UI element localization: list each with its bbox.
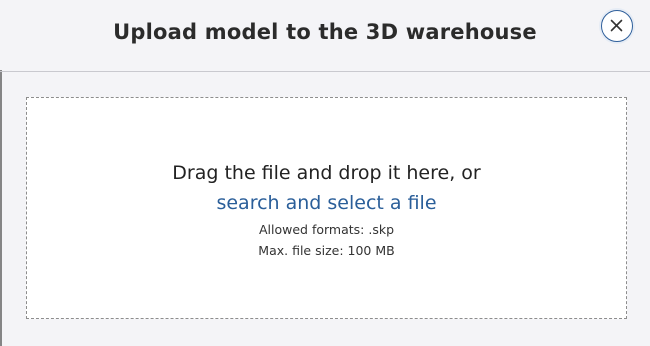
header-divider bbox=[0, 71, 650, 72]
close-button[interactable] bbox=[601, 10, 633, 42]
max-file-size-text: Max. file size: 100 MB bbox=[258, 243, 395, 258]
upload-dialog: Upload model to the 3D warehouse Drag th… bbox=[0, 0, 650, 346]
dialog-header: Upload model to the 3D warehouse bbox=[0, 0, 650, 70]
close-icon bbox=[610, 19, 623, 32]
drag-drop-instruction: Drag the file and drop it here, or bbox=[172, 162, 481, 184]
allowed-formats-text: Allowed formats: .skp bbox=[258, 222, 395, 237]
select-file-link[interactable]: search and select a file bbox=[27, 192, 626, 214]
dialog-title: Upload model to the 3D warehouse bbox=[113, 20, 537, 44]
file-dropzone[interactable]: Drag the file and drop it here, or searc… bbox=[26, 97, 627, 319]
